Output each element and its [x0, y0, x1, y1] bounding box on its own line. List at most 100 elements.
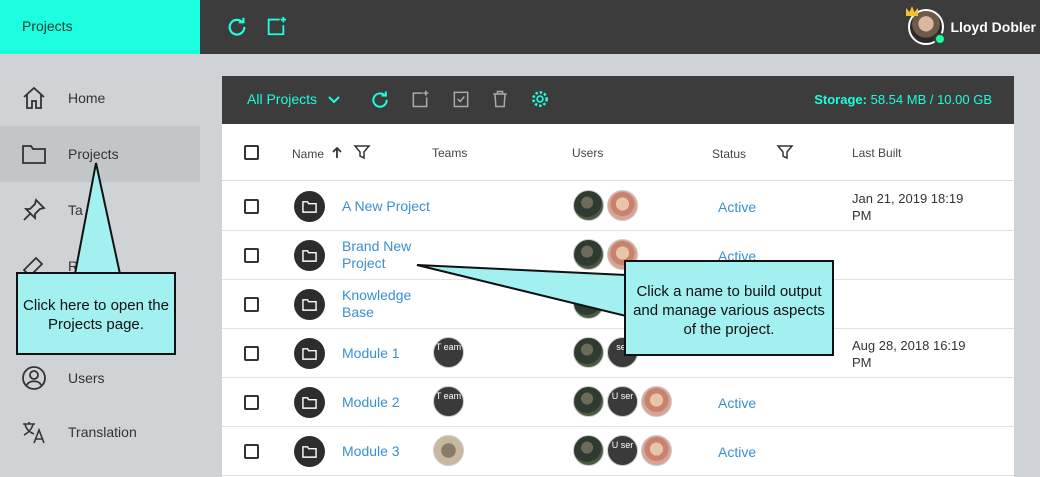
- sidebar-item-label: Users: [68, 370, 105, 386]
- add-project-icon[interactable]: [410, 89, 430, 109]
- table-row: Knowledge Base: [222, 280, 1014, 329]
- project-name-text: Knowledge: [342, 287, 412, 303]
- last-built-suffix: PM: [852, 355, 872, 370]
- last-built-date: Aug 28, 2018 16:19: [852, 338, 966, 353]
- user-avatar: U ser: [607, 435, 638, 466]
- table-row: Module 1 T eam ser Aug 28, 2018 16:19 PM: [222, 329, 1014, 378]
- project-filter-label: All Projects: [247, 91, 318, 107]
- sidebar: Home Projects Ta R Users Translation: [0, 54, 200, 477]
- avatar: [641, 435, 672, 466]
- online-status-icon: [934, 33, 946, 45]
- sidebar-item-label: Home: [68, 90, 106, 106]
- avatar: [573, 337, 604, 368]
- row-checkbox[interactable]: [244, 444, 259, 459]
- sidebar-item-projects[interactable]: Projects: [0, 126, 200, 182]
- last-built-suffix: PM: [852, 208, 872, 223]
- column-label: Name: [292, 147, 325, 161]
- refresh-icon[interactable]: [226, 15, 248, 37]
- project-name-text: Module 1: [342, 345, 400, 361]
- projects-panel: All Projects Storage: 58.54 MB / 10.00 G…: [222, 76, 1014, 477]
- project-name-text: Module 3: [342, 443, 400, 459]
- row-checkbox[interactable]: [244, 297, 259, 312]
- trash-icon[interactable]: [490, 89, 510, 109]
- crown-icon: [906, 6, 918, 16]
- folder-icon: [20, 140, 48, 168]
- project-name-text: Project: [342, 255, 386, 271]
- project-name-link[interactable]: Knowledge Base: [342, 287, 411, 321]
- folder-icon: [294, 191, 325, 222]
- sidebar-item-label: Projects: [68, 146, 119, 162]
- avatar: [573, 190, 604, 221]
- table-row: A New Project Active Jan 21, 2019 18:19 P…: [222, 182, 1014, 231]
- folder-icon: [294, 436, 325, 467]
- project-name-link[interactable]: A New Project: [342, 198, 430, 215]
- table-row: Module 2 T eam U ser Active: [222, 378, 1014, 427]
- sidebar-item-translation[interactable]: Translation: [0, 404, 200, 460]
- folder-icon: [294, 338, 325, 369]
- filter-icon[interactable]: [353, 143, 371, 161]
- folder-icon: [294, 240, 325, 271]
- project-name-text: A New Project: [342, 198, 430, 214]
- avatar: [573, 288, 604, 319]
- filter-icon[interactable]: [776, 143, 794, 161]
- table-header: Name Teams Users Status Last Built: [222, 124, 1014, 181]
- status-text: Active: [718, 199, 757, 215]
- user-icon: [20, 364, 48, 392]
- gear-icon[interactable]: [530, 89, 550, 109]
- panel-toolbar: All Projects Storage: 58.54 MB / 10.00 G…: [222, 76, 1014, 124]
- storage-label: Storage:: [814, 92, 867, 107]
- user-avatar: U ser: [607, 386, 638, 417]
- project-name-link[interactable]: Module 2: [342, 394, 400, 411]
- name-column-header[interactable]: Name: [292, 146, 343, 161]
- storage-info: Storage: 58.54 MB / 10.00 GB: [814, 92, 992, 107]
- row-checkbox[interactable]: [244, 199, 259, 214]
- project-name-link[interactable]: Brand New Project: [342, 238, 411, 272]
- project-name-text: Brand New: [342, 238, 412, 254]
- table-row: Brand New Project Active: [222, 231, 1014, 280]
- status-column-header[interactable]: Status: [712, 147, 746, 161]
- project-name-link[interactable]: Module 1: [342, 345, 400, 362]
- avatar: [573, 239, 604, 270]
- checklist-icon[interactable]: [451, 89, 471, 109]
- pin-icon: [20, 196, 48, 224]
- project-name-text: Module 2: [342, 394, 400, 410]
- sidebar-item-users[interactable]: Users: [0, 350, 200, 406]
- last-built-text: Jan 21, 2019 18:19 PM: [852, 190, 963, 224]
- project-filter-dropdown[interactable]: All Projects: [247, 91, 341, 107]
- team-avatar: [433, 435, 464, 466]
- avatar: [641, 386, 672, 417]
- storage-value: 58.54 MB / 10.00 GB: [870, 92, 992, 107]
- last-built-column-header[interactable]: Last Built: [852, 146, 901, 160]
- sidebar-item-home[interactable]: Home: [0, 70, 200, 126]
- sidebar-item-targets[interactable]: Ta: [0, 182, 200, 238]
- avatar: [607, 190, 638, 221]
- teams-column-header: Teams: [432, 146, 468, 160]
- translate-icon: [20, 418, 48, 446]
- table-row: Module 3 U ser Active: [222, 427, 1014, 476]
- callout-projects-nav: Click here to open the Projects page.: [16, 272, 176, 355]
- team-avatar: T eam: [433, 337, 464, 368]
- folder-icon: [294, 289, 325, 320]
- sidebar-item-label: Ta: [68, 202, 83, 218]
- row-checkbox[interactable]: [244, 248, 259, 263]
- project-name-link[interactable]: Module 3: [342, 443, 400, 460]
- row-checkbox[interactable]: [244, 395, 259, 410]
- refresh-icon[interactable]: [370, 89, 390, 109]
- sort-ascending-icon[interactable]: [331, 146, 343, 159]
- user-name[interactable]: Lloyd Dobler: [950, 19, 1036, 35]
- avatar: [573, 386, 604, 417]
- status-text: Active: [718, 444, 757, 460]
- last-built-text: Aug 28, 2018 16:19 PM: [852, 337, 966, 371]
- select-all-checkbox[interactable]: [244, 145, 259, 160]
- sidebar-item-label: Translation: [68, 424, 137, 440]
- home-icon: [20, 84, 48, 112]
- add-project-icon[interactable]: [265, 15, 287, 37]
- users-column-header: Users: [572, 146, 604, 160]
- last-built-date: Jan 21, 2019 18:19: [852, 191, 964, 206]
- app-title: Projects: [0, 0, 200, 54]
- top-bar: Projects Lloyd Dobler: [0, 0, 1040, 54]
- callout-project-name: Click a name to build output and manage …: [624, 260, 834, 356]
- team-avatar: T eam: [433, 386, 464, 417]
- project-name-text: Base: [342, 304, 374, 320]
- row-checkbox[interactable]: [244, 346, 259, 361]
